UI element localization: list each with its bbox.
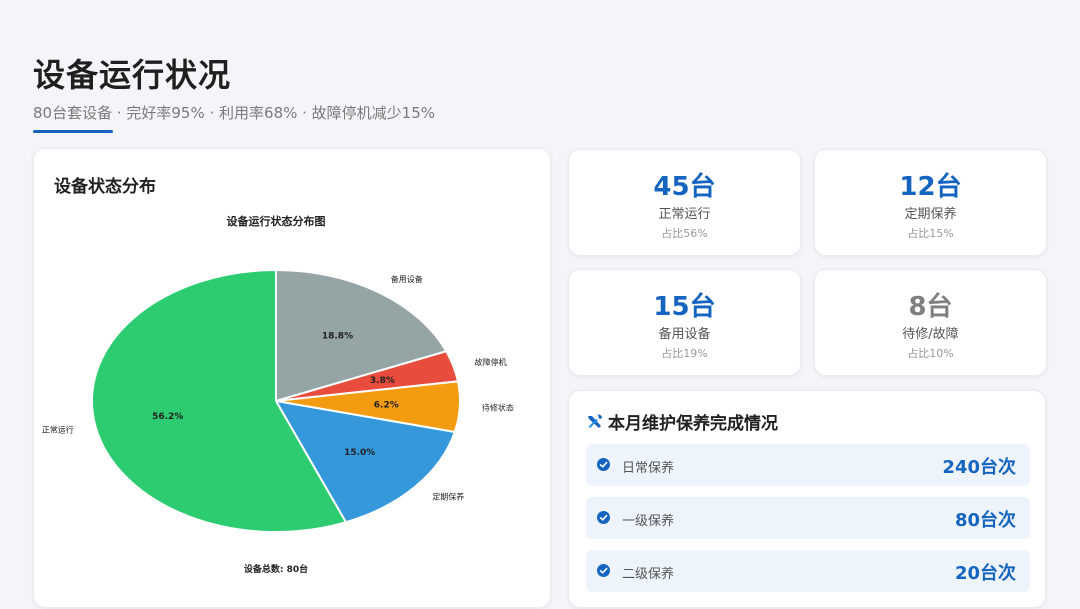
chart-title: 设备运行状态分布图 — [227, 214, 326, 228]
stat-label: 备用设备 — [658, 327, 711, 342]
stat-card-normal: 45台 正常运行 占比56% — [568, 149, 801, 256]
check-circle-icon — [597, 511, 610, 524]
maintenance-row: 二级保养 20台次 — [586, 550, 1030, 592]
maintenance-title: 本月维护保养完成情况 — [608, 414, 778, 434]
title-underline — [33, 130, 113, 133]
pie-pct-label: 56.2% — [152, 412, 183, 422]
stat-ratio: 占比10% — [907, 347, 954, 360]
pie-category-label: 备用设备 — [391, 274, 423, 284]
pie-category-label: 待修状态 — [482, 402, 514, 412]
status-distribution-card: 设备状态分布 设备运行状态分布图 18.8% 备用设备 3.8% 故障停机 6.2% 待修… — [33, 148, 551, 608]
maintenance-row: 一级保养 80台次 — [586, 497, 1030, 539]
page-subtitle: 80台套设备 · 完好率95% · 利用率68% · 故障停机减少15% — [33, 104, 436, 122]
pie-pct-label: 18.8% — [322, 332, 353, 342]
pie-category-label: 故障停机 — [475, 357, 507, 367]
stat-value: 8台 — [908, 292, 953, 322]
stat-card-repair: 8台 待修/故障 占比10% — [814, 269, 1047, 376]
pie-pct-label: 6.2% — [374, 400, 399, 410]
stat-value: 45台 — [653, 172, 716, 202]
status-pie-chart: 设备运行状态分布图 18.8% 备用设备 3.8% 故障停机 6.2% 待修状态 15.0%… — [42, 214, 514, 575]
maintenance-label: 日常保养 — [622, 461, 675, 476]
page-title: 设备运行状况 — [33, 56, 232, 94]
stat-card-maintenance: 12台 定期保养 占比15% — [814, 149, 1047, 256]
pie-pct-label: 15.0% — [344, 448, 375, 458]
pie-category-label: 正常运行 — [42, 424, 74, 434]
maintenance-count: 80台次 — [954, 510, 1016, 531]
stat-card-standby: 15台 备用设备 占比19% — [568, 269, 801, 376]
maintenance-count: 20台次 — [954, 563, 1016, 584]
tools-icon — [588, 414, 602, 428]
pie-pct-label: 3.8% — [370, 376, 395, 386]
check-circle-icon — [597, 458, 610, 471]
maintenance-header: 本月维护保养完成情况 — [586, 409, 778, 434]
maintenance-count: 240台次 — [942, 457, 1016, 478]
stat-label: 定期保养 — [904, 207, 957, 222]
check-circle-icon — [597, 564, 610, 577]
stat-label: 正常运行 — [658, 207, 711, 222]
maintenance-label: 二级保养 — [622, 567, 675, 582]
maintenance-card: 本月维护保养完成情况 日常保养 240台次 一级保养 80台次 二级保养 20台… — [568, 390, 1046, 608]
maintenance-label: 一级保养 — [622, 514, 675, 529]
stat-ratio: 占比15% — [907, 227, 954, 240]
chart-footer: 设备总数: 80台 — [244, 563, 308, 575]
stat-ratio: 占比56% — [661, 227, 708, 240]
stat-label: 待修/故障 — [902, 327, 959, 342]
pie-category-label: 定期保养 — [432, 492, 464, 502]
stat-value: 15台 — [653, 292, 716, 322]
stat-ratio: 占比19% — [661, 347, 708, 360]
maintenance-row: 日常保养 240台次 — [586, 444, 1030, 486]
stat-value: 12台 — [899, 172, 962, 202]
